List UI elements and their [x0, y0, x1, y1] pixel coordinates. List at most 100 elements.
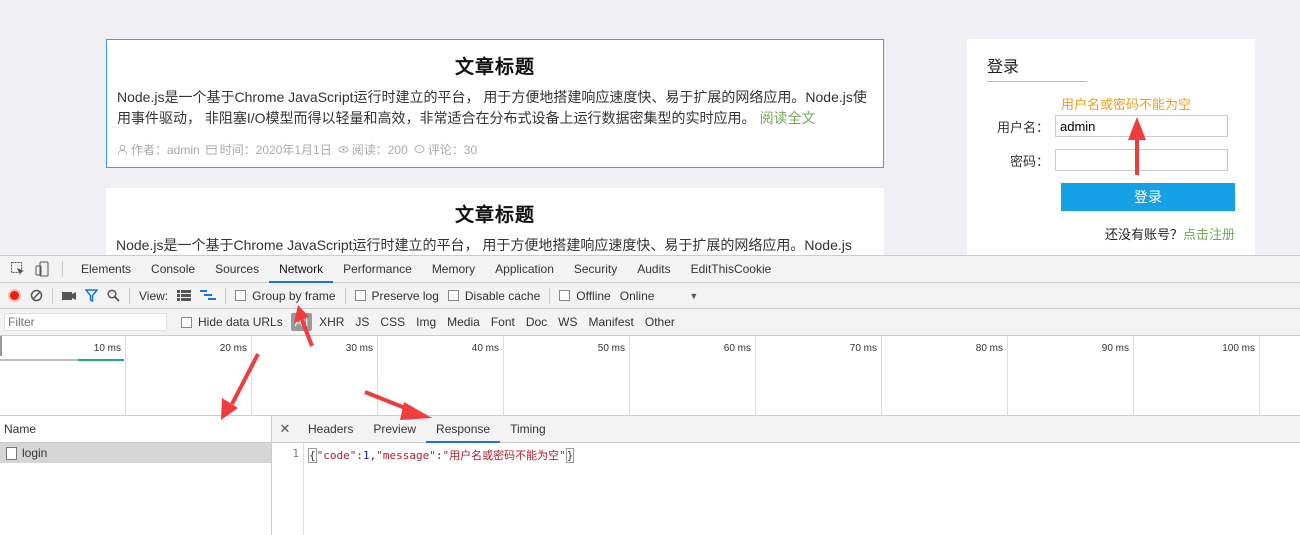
- article-body: Node.js是一个基于Chrome JavaScript运行时建立的平台， 用…: [117, 89, 867, 126]
- username-row: 用户名：: [967, 115, 1255, 137]
- filter-type-ws[interactable]: WS: [554, 313, 581, 331]
- read-more-link[interactable]: 阅读全文: [760, 110, 816, 126]
- tab-headers[interactable]: Headers: [298, 416, 363, 443]
- register-link[interactable]: 点击注册: [1183, 227, 1235, 242]
- devtools-panel: Elements Console Sources Network Perform…: [0, 255, 1300, 535]
- password-input[interactable]: [1055, 149, 1228, 171]
- group-by-frame-checkbox[interactable]: Group by frame: [235, 289, 336, 303]
- divider: [225, 287, 227, 304]
- timeline-gridline: [755, 336, 756, 416]
- request-row[interactable]: login: [0, 443, 271, 463]
- record-icon[interactable]: [8, 289, 21, 302]
- password-label: 密码：: [1009, 153, 1049, 169]
- article-title[interactable]: 文章标题: [117, 52, 873, 79]
- timeline-tick-label: 100 ms: [1222, 343, 1255, 354]
- timeline-tick-label: 60 ms: [723, 343, 751, 354]
- login-error-message: 用户名或密码不能为空: [1060, 97, 1191, 112]
- timeline-tick-label: 20 ms: [219, 343, 247, 354]
- view-label: View:: [139, 288, 169, 303]
- username-input[interactable]: [1055, 115, 1228, 137]
- filter-input[interactable]: [4, 313, 167, 331]
- timeline-gridline: [503, 336, 504, 416]
- user-icon: [117, 144, 128, 155]
- filter-type-manifest[interactable]: Manifest: [585, 313, 638, 331]
- divider: [52, 287, 53, 304]
- login-button[interactable]: 登录: [1061, 183, 1235, 211]
- tab-console[interactable]: Console: [141, 256, 205, 283]
- clear-icon[interactable]: [30, 289, 43, 302]
- filter-type-css[interactable]: CSS: [376, 313, 409, 331]
- timeline-gridline: [377, 336, 378, 416]
- devtools-tabbar: Elements Console Sources Network Perform…: [0, 256, 1300, 283]
- tab-performance[interactable]: Performance: [333, 256, 422, 283]
- name-column-header[interactable]: Name: [0, 416, 271, 443]
- password-row: 密码：: [967, 149, 1255, 171]
- screenshot-camera-icon[interactable]: [62, 290, 76, 301]
- tab-response[interactable]: Response: [426, 416, 501, 443]
- filter-type-font[interactable]: Font: [487, 313, 519, 331]
- filter-type-other[interactable]: Other: [641, 313, 679, 331]
- tab-timing[interactable]: Timing: [500, 416, 556, 443]
- waterfall-icon[interactable]: [200, 290, 217, 301]
- disable-cache-checkbox[interactable]: Disable cache: [447, 289, 540, 303]
- response-body[interactable]: 1 {"code":1,"message":"用户名或密码不能为空"}: [272, 443, 1300, 535]
- filter-type-all[interactable]: All: [290, 313, 313, 331]
- network-toolbar: View: Group by frame Preserve log Disabl…: [0, 283, 1300, 309]
- device-toolbar-icon[interactable]: [34, 261, 50, 277]
- article-meta: 作者：admin 时间：2020年1月1日 阅读：200 评论：30: [117, 141, 873, 158]
- timeline-marker: [0, 336, 2, 356]
- close-icon[interactable]: ✕: [272, 421, 298, 437]
- meta-author: 作者：admin: [117, 141, 200, 158]
- timeline-gridline: [125, 336, 126, 416]
- filter-type-media[interactable]: Media: [443, 313, 484, 331]
- hide-data-urls-checkbox[interactable]: Hide data URLs: [181, 315, 283, 329]
- timeline-tick-label: 10 ms: [93, 343, 121, 354]
- divider: [344, 287, 346, 304]
- divider: [549, 287, 551, 304]
- network-overview-timeline[interactable]: 10 ms 20 ms 30 ms 40 ms 50 ms 60 ms 70 ms 80 ms…: [0, 336, 1300, 416]
- timeline-waiting-bar: [0, 359, 78, 361]
- register-prompt: 还没有账号？点击注册: [1104, 227, 1235, 242]
- preserve-log-checkbox[interactable]: Preserve log: [354, 289, 439, 303]
- tab-preview[interactable]: Preview: [363, 416, 426, 443]
- article-card: 文章标题 Node.js是一个基于Chrome JavaScript运行时建立的…: [106, 39, 884, 168]
- tab-memory[interactable]: Memory: [422, 256, 485, 283]
- tab-elements[interactable]: Elements: [71, 256, 141, 283]
- chevron-down-icon[interactable]: ▼: [689, 291, 698, 301]
- timeline-tick-label: 50 ms: [597, 343, 625, 354]
- document-icon: [6, 446, 17, 460]
- response-json: {"code":1,"message":"用户名或密码不能为空"}: [308, 448, 575, 463]
- search-icon[interactable]: [107, 289, 120, 302]
- comment-icon: [414, 145, 425, 153]
- request-list: Name login: [0, 416, 272, 535]
- tab-sources[interactable]: Sources: [205, 256, 269, 283]
- tab-editthiscookie[interactable]: EditThisCookie: [681, 256, 782, 283]
- filter-type-img[interactable]: Img: [412, 313, 440, 331]
- timeline-tick-label: 80 ms: [975, 343, 1003, 354]
- filter-type-js[interactable]: JS: [351, 313, 373, 331]
- timeline-gridline: [1007, 336, 1008, 416]
- timeline-gridline: [251, 336, 252, 416]
- offline-checkbox[interactable]: Offline: [559, 289, 611, 303]
- inspect-element-icon[interactable]: [10, 261, 26, 277]
- filter-icon[interactable]: [85, 289, 98, 302]
- timeline-gridline: [881, 336, 882, 416]
- timeline-gridline: [1259, 336, 1260, 416]
- timeline-tick-label: 90 ms: [1101, 343, 1129, 354]
- timeline-tick-label: 30 ms: [345, 343, 373, 354]
- large-rows-icon[interactable]: [177, 290, 192, 301]
- tab-application[interactable]: Application: [485, 256, 564, 283]
- detail-tabbar: ✕ Headers Preview Response Timing: [272, 416, 1300, 443]
- eye-icon: [338, 146, 349, 153]
- timeline-tick-label: 40 ms: [471, 343, 499, 354]
- tab-network[interactable]: Network: [269, 256, 334, 283]
- filter-type-xhr[interactable]: XHR: [315, 313, 348, 331]
- tab-audits[interactable]: Audits: [627, 256, 680, 283]
- throttling-select[interactable]: Online: [620, 289, 655, 303]
- tab-security[interactable]: Security: [564, 256, 627, 283]
- calendar-icon: [206, 145, 217, 155]
- divider: [62, 261, 63, 277]
- filter-bar: Hide data URLs All XHR JS CSS Img Media …: [0, 309, 1300, 336]
- article-title[interactable]: 文章标题: [116, 200, 874, 227]
- filter-type-doc[interactable]: Doc: [522, 313, 551, 331]
